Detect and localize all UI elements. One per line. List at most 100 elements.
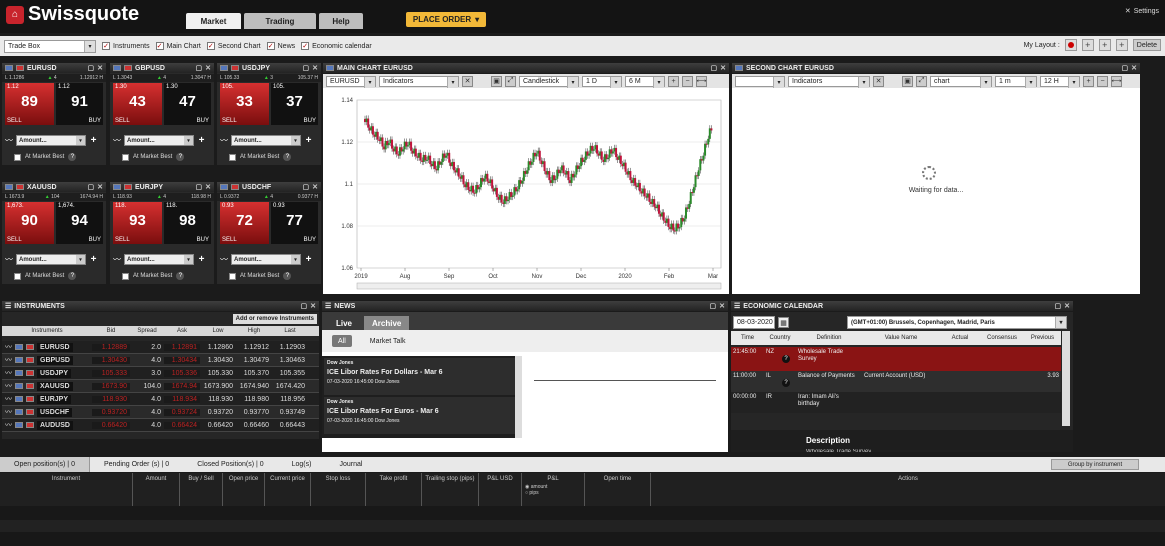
amount-select[interactable]: Amount... ▾: [231, 254, 301, 265]
table-row[interactable]: 〰 USDCHF 0.93720 4.0 0.93724 0.93720 0.93770 0.…: [2, 406, 319, 419]
help-icon[interactable]: ?: [68, 272, 77, 280]
calendar-row[interactable]: 00:00:00 IR Iran: Imam Ali's birthday: [731, 392, 1061, 413]
indicators-select[interactable]: Indicators ▾: [379, 75, 459, 88]
col-low[interactable]: Low: [200, 328, 236, 334]
close-icon[interactable]: ✕: [97, 183, 103, 191]
check-second-chart[interactable]: ✓ Second Chart: [206, 42, 261, 50]
chart-line-icon[interactable]: 〰: [113, 254, 121, 265]
sell-button[interactable]: 0.93 72 SELL: [220, 202, 269, 244]
add-layout-button-3[interactable]: +: [1115, 39, 1128, 51]
col-buy-sell[interactable]: Buy / Sell: [180, 473, 223, 506]
help-icon[interactable]: ?: [782, 355, 790, 363]
buy-button[interactable]: 118. 98 BUY: [164, 202, 211, 244]
chart-line-icon[interactable]: 〰: [5, 407, 12, 417]
tab-closed-positions[interactable]: Closed Position(s) | 0: [183, 457, 277, 472]
market-best-option[interactable]: At Market Best?: [14, 272, 77, 280]
maximize-icon[interactable]: ▢: [301, 302, 308, 310]
close-icon[interactable]: ✕: [1131, 64, 1137, 72]
help-icon[interactable]: ?: [176, 153, 185, 161]
tools-icon[interactable]: ✕: [873, 75, 884, 87]
buy-button[interactable]: 1.12 91 BUY: [56, 83, 103, 125]
chart-line-icon[interactable]: 〰: [113, 135, 121, 146]
tab-market[interactable]: Market: [186, 13, 241, 29]
close-icon[interactable]: ✕: [205, 64, 211, 72]
col-actual[interactable]: Actual: [940, 335, 980, 341]
col-spread[interactable]: Spread: [130, 328, 164, 334]
tab-help[interactable]: Help: [319, 13, 363, 29]
chart-line-icon[interactable]: 〰: [5, 381, 12, 391]
table-row[interactable]: 〰 EURUSD 1.12889 2.0 1.12891 1.12860 1.12912 1.…: [2, 341, 319, 354]
add-layout-button-2[interactable]: +: [1098, 39, 1111, 51]
settings-button[interactable]: ✕ Settings: [1125, 7, 1159, 16]
tab-live[interactable]: Live: [326, 316, 362, 330]
interval-select[interactable]: 1 m ▾: [995, 75, 1037, 88]
sell-button[interactable]: 1,673. 90 SELL: [5, 202, 54, 244]
image-icon[interactable]: ▣: [491, 75, 502, 87]
news-scrollbar[interactable]: [515, 356, 522, 438]
close-icon[interactable]: ✕: [312, 183, 318, 191]
maximize-icon[interactable]: ▢: [710, 302, 717, 310]
market-best-option[interactable]: At Market Best?: [14, 153, 77, 161]
col-amount[interactable]: Amount: [133, 473, 180, 506]
col-previous[interactable]: Previous: [1024, 335, 1061, 341]
amount-select[interactable]: Amount... ▾: [124, 254, 194, 265]
col-pl-usd[interactable]: P&L USD: [479, 473, 522, 506]
calendar-row[interactable]: 11:00:00 IL ? Balance of Payments Curren…: [731, 371, 1061, 392]
amount-select[interactable]: Amount... ▾: [124, 135, 194, 146]
expand-icon[interactable]: ⤢: [916, 75, 927, 87]
zoom-in-icon[interactable]: +: [1083, 75, 1094, 87]
range-select[interactable]: 6 M ▾: [625, 75, 665, 88]
col-trailing-stop[interactable]: Trailing stop (pips): [422, 473, 479, 506]
chart-line-icon[interactable]: 〰: [5, 368, 12, 378]
chart-line-icon[interactable]: 〰: [5, 394, 12, 404]
close-icon[interactable]: ✕: [720, 64, 726, 72]
market-best-option[interactable]: At Market Best?: [122, 153, 185, 161]
col-value-name[interactable]: Value Name: [862, 335, 940, 341]
col-open-price[interactable]: Open price: [223, 473, 265, 506]
col-open-time[interactable]: Open time: [585, 473, 651, 506]
close-icon[interactable]: ✕: [719, 302, 725, 310]
calendar-row[interactable]: 21:45:00 NZ ? Wholesale Trade Survey: [731, 347, 1061, 371]
chart-line-icon[interactable]: 〰: [5, 254, 13, 265]
help-icon[interactable]: ?: [176, 272, 185, 280]
zoom-in-icon[interactable]: +: [668, 75, 679, 87]
check-instruments[interactable]: ✓ Instruments: [102, 42, 150, 50]
calendar-date-input[interactable]: 08-03-2020: [733, 316, 775, 329]
calendar-picker-icon[interactable]: ▦: [778, 317, 789, 328]
expand-icon[interactable]: ⤢: [505, 75, 516, 87]
add-layout-button[interactable]: +: [1081, 39, 1094, 51]
add-order-button[interactable]: +: [304, 254, 313, 265]
group-by-instrument-button[interactable]: Group by instrument: [1051, 459, 1139, 470]
tab-archive[interactable]: Archive: [364, 316, 410, 330]
news-item[interactable]: Dow Jones ICE Libor Rates For Euros - Ma…: [324, 397, 518, 434]
tradebox-select[interactable]: Trade Box ▾: [4, 39, 96, 53]
col-current-price[interactable]: Current price: [265, 473, 311, 506]
col-last[interactable]: Last: [272, 328, 308, 334]
maximize-icon[interactable]: ▢: [303, 183, 310, 191]
add-remove-instruments-button[interactable]: Add or remove Instruments: [232, 314, 317, 324]
check-news[interactable]: ✓ News: [266, 42, 295, 50]
col-instruments[interactable]: Instruments: [2, 328, 92, 334]
maximize-icon[interactable]: ▢: [196, 183, 203, 191]
maximize-icon[interactable]: ▢: [88, 64, 95, 72]
col-pl[interactable]: P&L ◉ amount ○ pips: [522, 473, 585, 506]
table-row[interactable]: 〰 XAUUSD 1673.90 104.0 1674.94 1673.900 1674.9…: [2, 380, 319, 393]
main-chart-plot[interactable]: 1.14 1.12 1.1 1.08 1.062019 Aug Sep Oct Nov Dec 20…: [323, 88, 729, 294]
close-icon[interactable]: ✕: [1064, 302, 1070, 310]
image-icon[interactable]: ▣: [902, 75, 913, 87]
help-icon[interactable]: ?: [283, 153, 292, 161]
place-order-button[interactable]: PLACE ORDER ▾: [406, 12, 486, 27]
table-row[interactable]: 〰 GBPUSD 1.30430 4.0 1.30434 1.30430 1.30479 1.…: [2, 354, 319, 367]
col-consensus[interactable]: Consensus: [980, 335, 1024, 341]
add-order-button[interactable]: +: [89, 254, 98, 265]
table-row[interactable]: 〰 EURJPY 118.930 4.0 118.934 118.930 118.980 11…: [2, 393, 319, 406]
col-ask[interactable]: Ask: [164, 328, 200, 334]
record-layout-button[interactable]: [1064, 39, 1077, 51]
buy-button[interactable]: 0.93 77 BUY: [271, 202, 318, 244]
buy-button[interactable]: 1.30 47 BUY: [164, 83, 211, 125]
sell-button[interactable]: 118. 93 SELL: [113, 202, 162, 244]
interval-select[interactable]: 1 D ▾: [582, 75, 622, 88]
news-item[interactable]: Dow Jones ICE Libor Rates For Dollars - …: [324, 358, 518, 395]
table-row[interactable]: 〰 AUDUSD 0.66420 4.0 0.66424 0.66420 0.66460 0.…: [2, 419, 319, 432]
amount-select[interactable]: Amount... ▾: [231, 135, 301, 146]
